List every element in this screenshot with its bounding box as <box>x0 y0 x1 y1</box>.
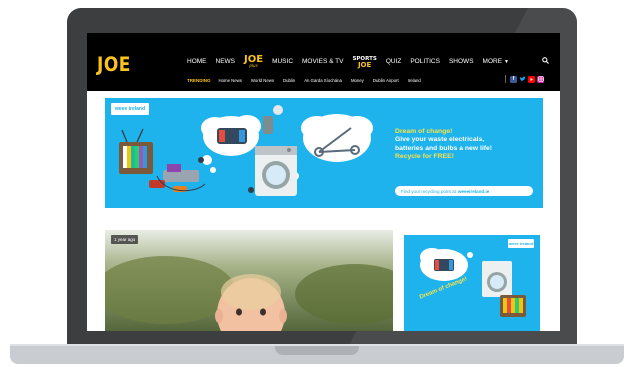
chevron-down-icon: ▼ <box>504 59 509 65</box>
ad-search-text: Find your recycling point at <box>401 188 456 194</box>
ad-search-url: weeeireland.ie <box>457 188 490 194</box>
facebook-icon[interactable]: f <box>510 75 517 83</box>
banner-ad[interactable]: weee ireland Dream of change! Give your … <box>105 98 543 208</box>
sidebar-ad[interactable]: weee ireland Dream of change! <box>404 235 540 331</box>
trending-item[interactable]: Dublin Airport <box>373 78 399 83</box>
trending-item[interactable]: Ireland <box>408 78 421 83</box>
twitter-icon[interactable] <box>519 76 526 83</box>
article-card[interactable]: 1 year ago <box>105 230 393 331</box>
nav-music[interactable]: MUSIC <box>272 58 293 65</box>
page-content: weee ireland Dream of change! Give your … <box>87 91 560 331</box>
article-timestamp-badge: 1 year ago <box>111 235 139 244</box>
nav-movies-tv[interactable]: MOVIES & TV <box>302 58 343 65</box>
site-header: JOE HOME NEWS JOE plus MUSIC MOVIES & TV… <box>87 33 560 91</box>
trending-item[interactable]: Home News <box>219 78 242 83</box>
ad-line1: Give your waste electricals, <box>395 136 485 144</box>
trending-item[interactable]: An Garda Síochána <box>304 78 342 83</box>
instagram-icon[interactable] <box>537 75 544 83</box>
nav-news[interactable]: NEWS <box>216 58 236 65</box>
article-photo <box>105 230 393 331</box>
laptop-notch <box>275 346 359 355</box>
trending-bar: TRENDING Home News World News Dublin An … <box>187 78 430 83</box>
ad-cta: Recycle for FREE! <box>395 152 454 160</box>
nav-joe-plus[interactable]: JOE plus <box>244 55 263 68</box>
old-tv-icon <box>119 128 153 174</box>
ad-line2: batteries and bulbs a new life! <box>395 144 493 152</box>
trending-item[interactable]: Dublin <box>283 78 295 83</box>
ad-illustration <box>119 105 373 196</box>
search-icon[interactable] <box>542 57 549 64</box>
nav-politics[interactable]: POLITICS <box>410 58 440 65</box>
trending-item[interactable]: Money <box>351 78 364 83</box>
game-console-icon <box>149 164 206 192</box>
nav-more-label: MORE <box>482 58 503 65</box>
ad-copy: Dream of change! Give your waste electri… <box>395 128 535 161</box>
ad-recycling-finder[interactable]: Find your recycling point at weeeireland… <box>395 186 533 196</box>
youtube-icon[interactable] <box>528 75 535 83</box>
trending-label: TRENDING <box>187 78 211 83</box>
nav-quiz[interactable]: QUIZ <box>386 58 402 65</box>
nav-more[interactable]: MORE ▼ <box>483 58 509 65</box>
trending-item[interactable]: World News <box>251 78 274 83</box>
divider <box>505 75 506 83</box>
site-logo[interactable]: JOE <box>97 54 131 77</box>
main-nav: HOME NEWS JOE plus MUSIC MOVIES & TV SPO… <box>187 55 518 69</box>
sidebar-ad-illustration <box>420 248 526 317</box>
nav-home[interactable]: HOME <box>187 58 207 65</box>
ad-headline: Dream of change! <box>395 128 453 135</box>
washing-machine-icon <box>255 105 297 196</box>
nav-sports-joe: JOE <box>357 60 372 69</box>
laptop-screen: JOE HOME NEWS JOE plus MUSIC MOVIES & TV… <box>87 33 560 331</box>
nav-sportsjoe[interactable]: SPORTS JOE <box>352 56 376 69</box>
nav-shows[interactable]: SHOWS <box>449 58 474 65</box>
social-links: f <box>505 75 546 83</box>
